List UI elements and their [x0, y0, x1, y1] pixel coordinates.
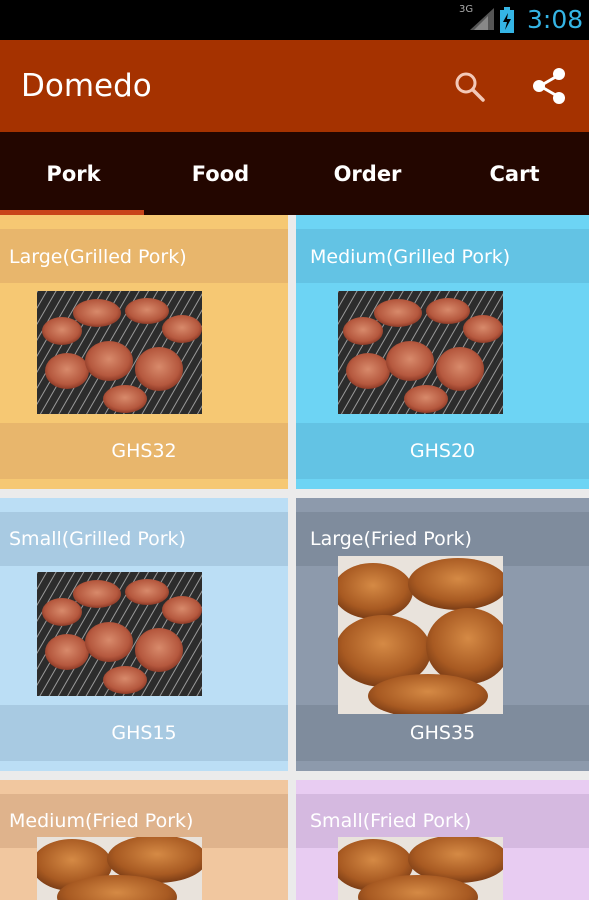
app-bar: Domedo: [0, 40, 589, 132]
grilled-pork-photo: [37, 572, 202, 696]
app-title: Domedo: [21, 68, 152, 104]
search-icon: [455, 72, 485, 102]
product-card[interactable]: Medium(Fried Pork): [0, 780, 288, 900]
status-clock: 3:08: [527, 5, 584, 34]
product-name: Medium(Fried Pork): [9, 810, 194, 832]
search-button[interactable]: [452, 67, 488, 107]
grilled-pork-photo: [37, 291, 202, 414]
signal-icon: [470, 8, 494, 34]
product-price: GHS15: [111, 722, 177, 744]
share-icon: [533, 68, 565, 104]
product-card[interactable]: Small(Fried Pork): [296, 780, 589, 900]
share-button[interactable]: [530, 66, 568, 106]
product-card[interactable]: Large(Grilled Pork) GHS32: [0, 215, 288, 489]
product-card[interactable]: Medium(Grilled Pork) GHS20: [296, 215, 589, 489]
product-name: Large(Fried Pork): [310, 528, 472, 550]
tab-cart[interactable]: Cart: [441, 132, 588, 215]
product-name: Small(Grilled Pork): [9, 528, 186, 550]
product-price: GHS35: [409, 722, 476, 744]
battery-charging-icon: [500, 7, 514, 37]
tab-bar: Pork Food Order Cart: [0, 132, 589, 215]
fried-pork-photo: [37, 837, 202, 900]
product-price: GHS32: [111, 440, 177, 462]
tab-order[interactable]: Order: [294, 132, 441, 215]
product-name: Medium(Grilled Pork): [310, 246, 511, 268]
product-name: Small(Fried Pork): [310, 810, 472, 832]
tab-food[interactable]: Food: [147, 132, 294, 215]
product-price: GHS20: [409, 440, 476, 462]
status-bar: 3G 3:08: [0, 0, 589, 40]
product-card[interactable]: Large(Fried Pork) GHS35: [296, 498, 589, 771]
fried-pork-photo: [338, 837, 503, 900]
product-name: Large(Grilled Pork): [9, 246, 187, 268]
fried-pork-photo: [338, 556, 503, 714]
grilled-pork-photo: [338, 291, 503, 414]
tab-pork[interactable]: Pork: [0, 132, 147, 215]
product-card[interactable]: Small(Grilled Pork) GHS15: [0, 498, 288, 771]
